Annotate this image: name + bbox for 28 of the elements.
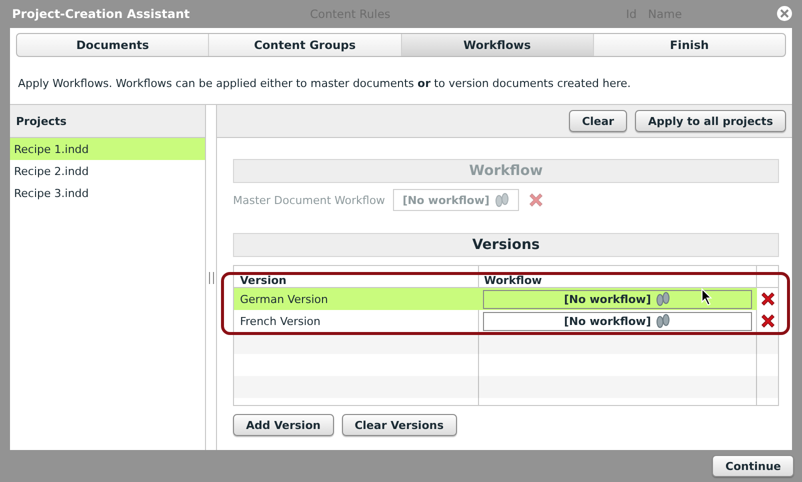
section-header: Versions	[233, 233, 779, 257]
table-cell[interactable]: German Version	[234, 288, 478, 310]
dialog-title: Project-Creation Assistant	[12, 7, 190, 21]
project-item[interactable]: Recipe 1.indd	[10, 138, 205, 160]
continue-button[interactable]: Continue	[712, 455, 794, 477]
version-button[interactable]: Add Version	[233, 414, 334, 436]
cursor-icon	[701, 288, 713, 306]
project-item[interactable]: Recipe 3.indd	[10, 182, 205, 204]
wizard-step[interactable]: Workflows	[400, 34, 593, 56]
delete-icon[interactable]	[758, 312, 776, 330]
project-item[interactable]: Recipe 2.indd	[10, 160, 205, 182]
delete-icon[interactable]	[758, 290, 776, 308]
wizard-step[interactable]: Finish	[592, 34, 785, 56]
field-label: Master Document Workflow	[233, 194, 386, 206]
workflow-field[interactable]: [No workflow]	[483, 290, 752, 308]
toolbar-button[interactable]: Apply to all projects	[635, 110, 786, 132]
close-button[interactable]	[777, 6, 792, 21]
toolbar-button[interactable]: Clear	[568, 110, 628, 132]
panel-header: Projects	[10, 105, 205, 138]
section-header: Workflow	[233, 159, 779, 183]
footprints-icon	[654, 292, 671, 306]
footprints-icon	[494, 193, 510, 207]
splitter-grip[interactable]	[208, 272, 214, 284]
wizard-step[interactable]: Documents	[17, 34, 208, 56]
workflow-field[interactable]: [No workflow]	[483, 312, 752, 330]
version-button[interactable]: Clear Versions	[342, 414, 457, 436]
table-cell[interactable]: French Version	[234, 310, 478, 332]
footprints-icon	[654, 314, 671, 328]
